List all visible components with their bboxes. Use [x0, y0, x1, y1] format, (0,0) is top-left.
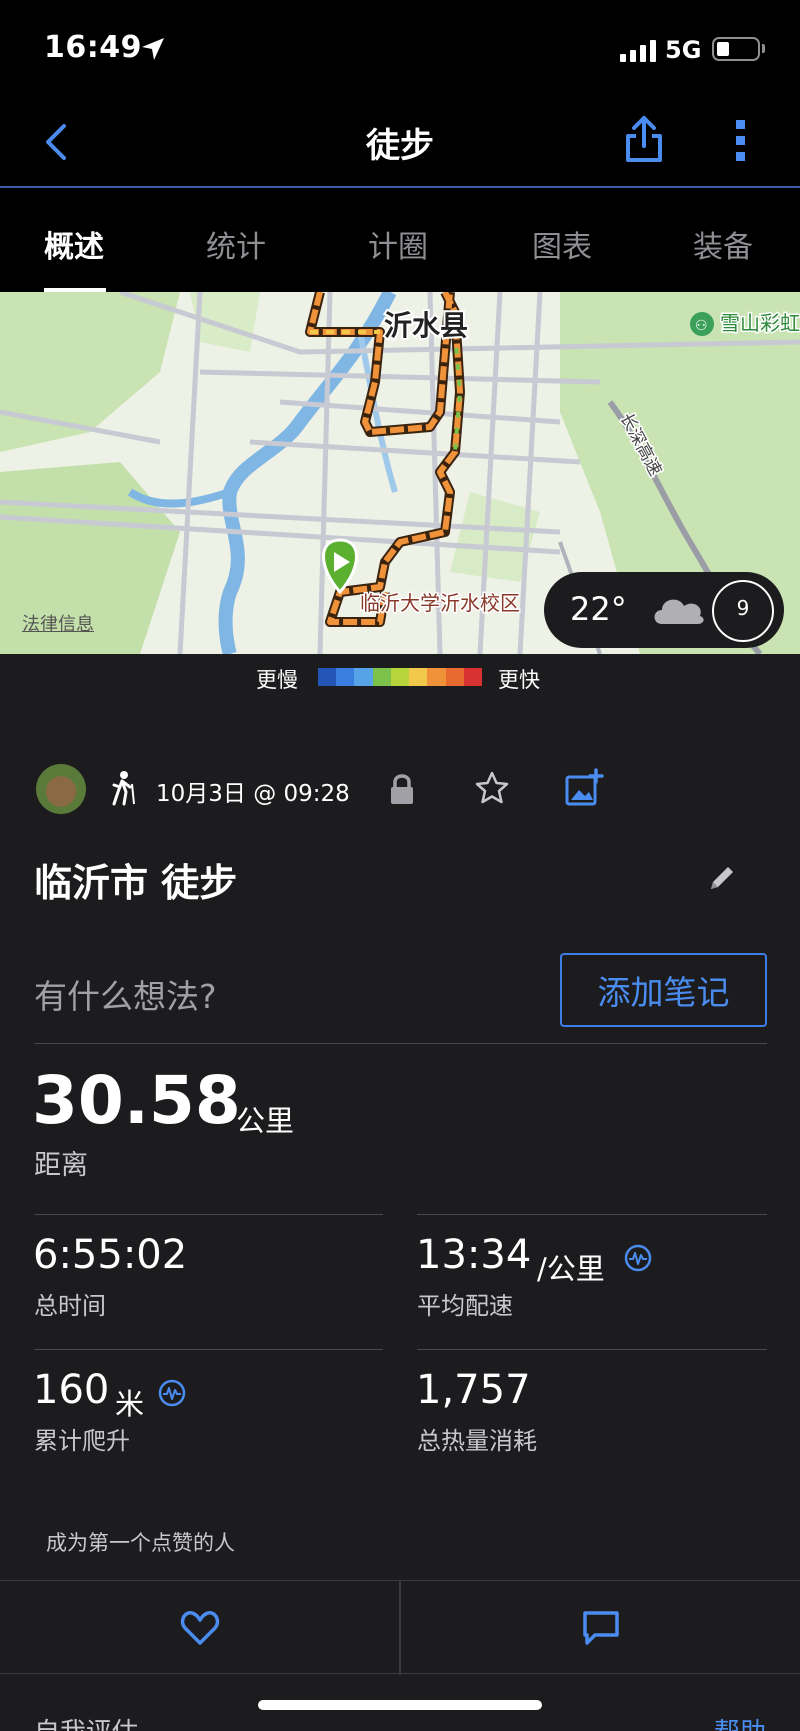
map-poi-label: 临沂大学沂水校区 [360, 591, 520, 615]
elevation-value: 160 [33, 1367, 110, 1413]
avg-pace-value: 13:34 [416, 1232, 532, 1278]
page-title: 徒步 [366, 126, 434, 166]
tab-bar: 概述 统计 计圈 图表 装备 [0, 188, 800, 292]
speed-legend-segment [318, 668, 337, 686]
elevation-label: 累计爬升 [34, 1427, 130, 1455]
wind-speed-dial: 9 [712, 580, 774, 642]
tab-gear[interactable]: 装备 [693, 222, 753, 266]
hiking-icon [112, 771, 135, 806]
weather-temp: 22° [570, 590, 627, 628]
more-vertical-icon[interactable] [730, 118, 752, 164]
status-bar: 16:49 5G [0, 0, 800, 96]
help-link[interactable]: 帮助 [714, 1712, 766, 1731]
star-icon[interactable] [474, 770, 510, 806]
divider [34, 1349, 383, 1350]
calories-label: 总热量消耗 [417, 1427, 537, 1455]
network-type: 5G [665, 36, 702, 64]
battery-icon [712, 37, 760, 61]
home-indicator[interactable] [258, 1700, 542, 1710]
calories-value: 1,757 [416, 1367, 531, 1413]
total-time-label: 总时间 [34, 1292, 106, 1320]
speed-legend-segment [372, 668, 391, 686]
like-button[interactable] [0, 1581, 399, 1675]
speed-legend-segment [463, 668, 482, 686]
tab-overview[interactable]: 概述 [44, 222, 104, 266]
speed-legend-segment [409, 668, 428, 686]
distance-value: 30.58 [32, 1062, 241, 1139]
map-poi-right: 雪山彩虹 [720, 311, 800, 335]
speed-legend-segment [336, 668, 355, 686]
status-time: 16:49 [44, 30, 142, 65]
tab-laps[interactable]: 计圈 [368, 222, 428, 266]
edit-pencil-icon[interactable] [706, 862, 738, 894]
location-arrow-icon [142, 38, 164, 60]
pulse-info-icon[interactable] [158, 1379, 186, 1407]
avatar[interactable] [36, 764, 86, 814]
likes-prompt: 成为第一个点赞的人 [46, 1531, 235, 1555]
divider [417, 1214, 767, 1215]
share-icon[interactable] [622, 114, 666, 164]
thoughts-prompt[interactable]: 有什么想法? [34, 970, 217, 1018]
avg-pace-unit: /公里 [537, 1252, 605, 1286]
weather-badge: 22° 9 [544, 572, 784, 648]
lock-icon[interactable] [388, 772, 416, 806]
speed-legend-segment [427, 668, 446, 686]
activity-title: 临沂市 徒步 [34, 861, 238, 905]
speed-legend-segment [390, 668, 410, 686]
legal-info-link[interactable]: 法律信息 [22, 610, 94, 636]
nav-bar: 徒步 [0, 96, 800, 188]
divider [34, 1043, 767, 1044]
speed-legend-segment [354, 668, 373, 686]
activity-meta-row: 10月3日 @ 09:28 [0, 762, 800, 818]
activity-date: 10月3日 @ 09:28 [156, 781, 350, 807]
pulse-info-icon[interactable] [624, 1244, 652, 1272]
heart-icon [180, 1611, 219, 1645]
speed-gradient-bar [318, 668, 482, 686]
cloud-icon [654, 599, 704, 624]
speed-legend-segment [445, 668, 464, 686]
action-bar [0, 1580, 800, 1675]
self-evaluation-heading: 自我评估 [34, 1712, 138, 1731]
map-city-label: 沂水县 [384, 309, 468, 342]
comment-icon [582, 1611, 619, 1645]
legend-slow-label: 更慢 [256, 668, 298, 692]
legend-fast-label: 更快 [498, 668, 540, 692]
divider [417, 1349, 767, 1350]
battery-tip [762, 44, 765, 53]
avg-pace-label: 平均配速 [417, 1292, 513, 1320]
add-note-button[interactable]: 添加笔记 [560, 953, 767, 1027]
divider [34, 1214, 383, 1215]
speed-legend: 更慢 更快 [0, 664, 800, 694]
add-photo-icon[interactable] [564, 768, 604, 808]
tab-stats[interactable]: 统计 [206, 222, 266, 266]
total-time-value: 6:55:02 [33, 1232, 188, 1278]
tab-charts[interactable]: 图表 [532, 222, 592, 266]
comment-button[interactable] [401, 1581, 800, 1675]
elevation-unit: 米 [115, 1387, 145, 1421]
svg-text:⚇: ⚇ [695, 318, 708, 334]
cell-signal-icon [620, 38, 656, 62]
distance-label: 距离 [34, 1150, 88, 1181]
route-map[interactable]: 沂水县 雪山彩虹 ⚇ 临沂大学沂水校区 长深高速 法律信息 22° 9 [0, 292, 800, 654]
distance-unit: 公里 [236, 1104, 295, 1138]
